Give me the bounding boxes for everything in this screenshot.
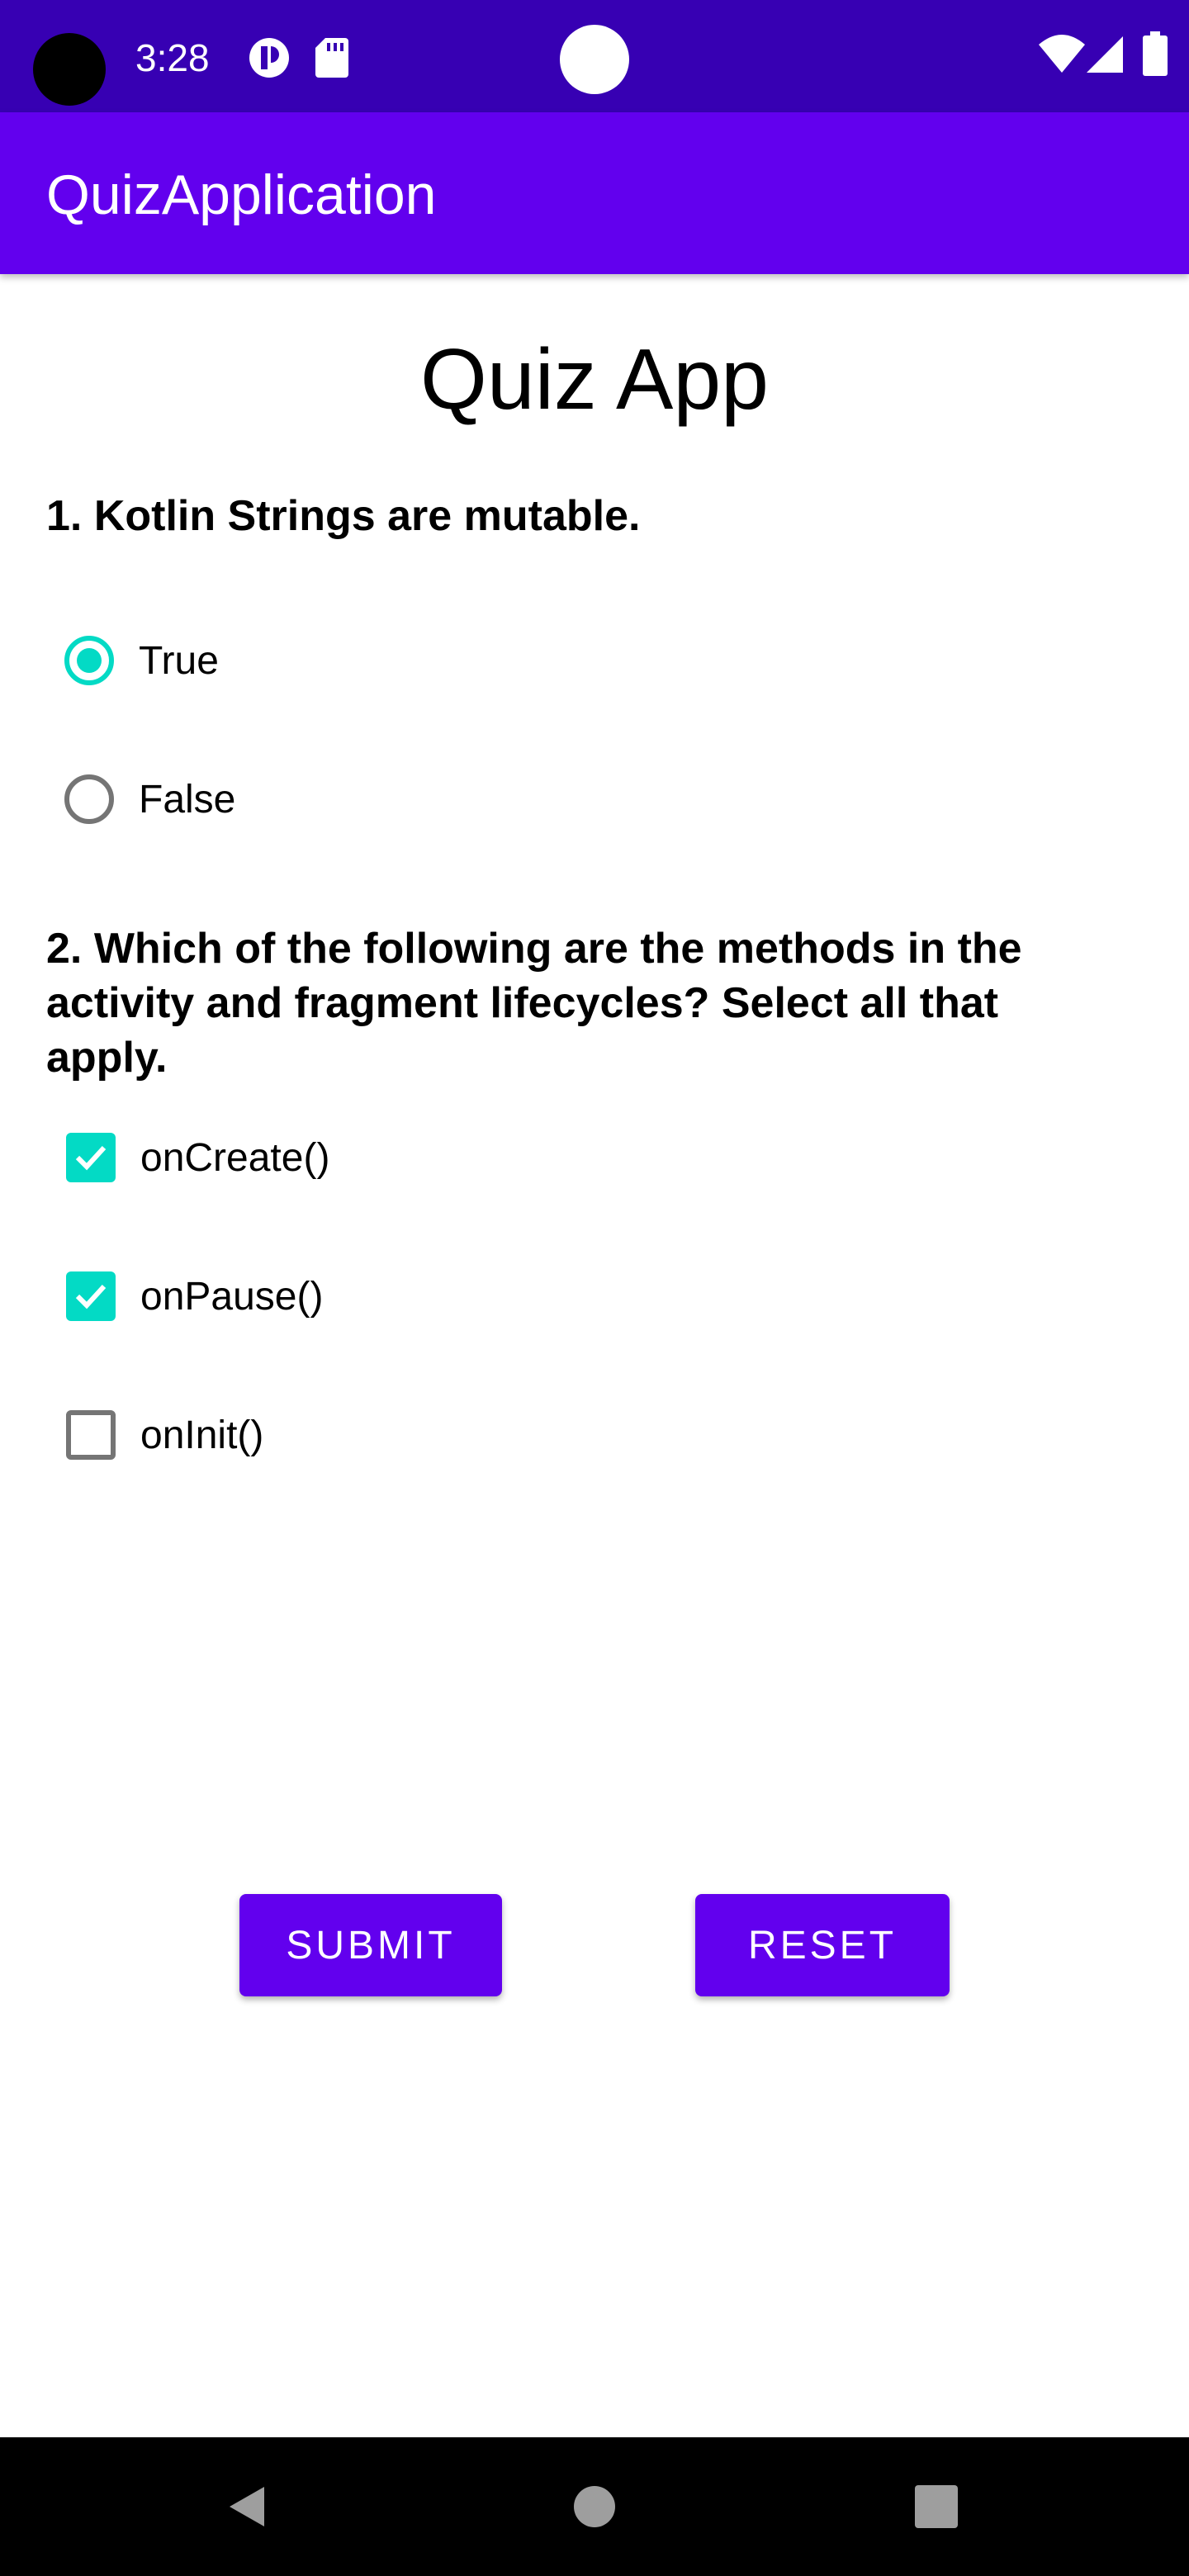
radio-button-unchecked[interactable] xyxy=(64,774,114,824)
app-bar-title: QuizApplication xyxy=(46,163,437,226)
checkbox-label-oninit: onInit() xyxy=(140,1413,264,1457)
sd-card-icon xyxy=(315,36,348,83)
recents-icon[interactable] xyxy=(902,2472,971,2541)
checkbox-checked[interactable] xyxy=(66,1271,116,1321)
radio-option-false[interactable]: False xyxy=(46,750,707,849)
checkbox-label-onpause: onPause() xyxy=(140,1274,324,1319)
checkmark-icon xyxy=(75,1145,107,1171)
status-indicator-dot xyxy=(560,25,629,94)
status-time: 3:28 xyxy=(135,36,210,79)
checkbox-label-oncreate: onCreate() xyxy=(140,1135,330,1180)
checkbox-option-oncreate[interactable]: onCreate() xyxy=(46,1108,707,1207)
checkbox-option-oninit[interactable]: onInit() xyxy=(46,1385,707,1485)
notification-icon xyxy=(248,36,291,83)
question-1-text: 1. Kotlin Strings are mutable. xyxy=(46,492,641,540)
radio-label-true: True xyxy=(139,638,219,683)
checkbox-checked[interactable] xyxy=(66,1133,116,1182)
back-icon[interactable] xyxy=(213,2472,282,2541)
reset-button[interactable]: RESET xyxy=(695,1894,950,1996)
page-title: Quiz App xyxy=(419,332,770,428)
front-camera xyxy=(33,33,106,106)
wifi-icon xyxy=(1039,35,1085,78)
home-icon[interactable] xyxy=(560,2472,629,2541)
radio-option-true[interactable]: True xyxy=(46,611,707,710)
radio-label-false: False xyxy=(139,777,236,822)
battery-icon xyxy=(1143,31,1168,80)
quiz-screen: 3:28 QuizApplication Quiz App 1. Kotlin … xyxy=(0,0,1189,2576)
radio-button-checked[interactable] xyxy=(64,636,114,685)
checkbox-unchecked[interactable] xyxy=(66,1410,116,1460)
status-bar: 3:28 xyxy=(0,0,1189,112)
app-bar: QuizApplication xyxy=(0,112,1189,274)
question-2-text: 2. Which of the following are the method… xyxy=(46,925,1022,1082)
signal-icon xyxy=(1085,35,1125,78)
radio-dot xyxy=(77,648,102,673)
checkmark-icon xyxy=(75,1284,107,1309)
submit-button[interactable]: SUBMIT xyxy=(239,1894,502,1996)
checkbox-option-onpause[interactable]: onPause() xyxy=(46,1247,707,1346)
